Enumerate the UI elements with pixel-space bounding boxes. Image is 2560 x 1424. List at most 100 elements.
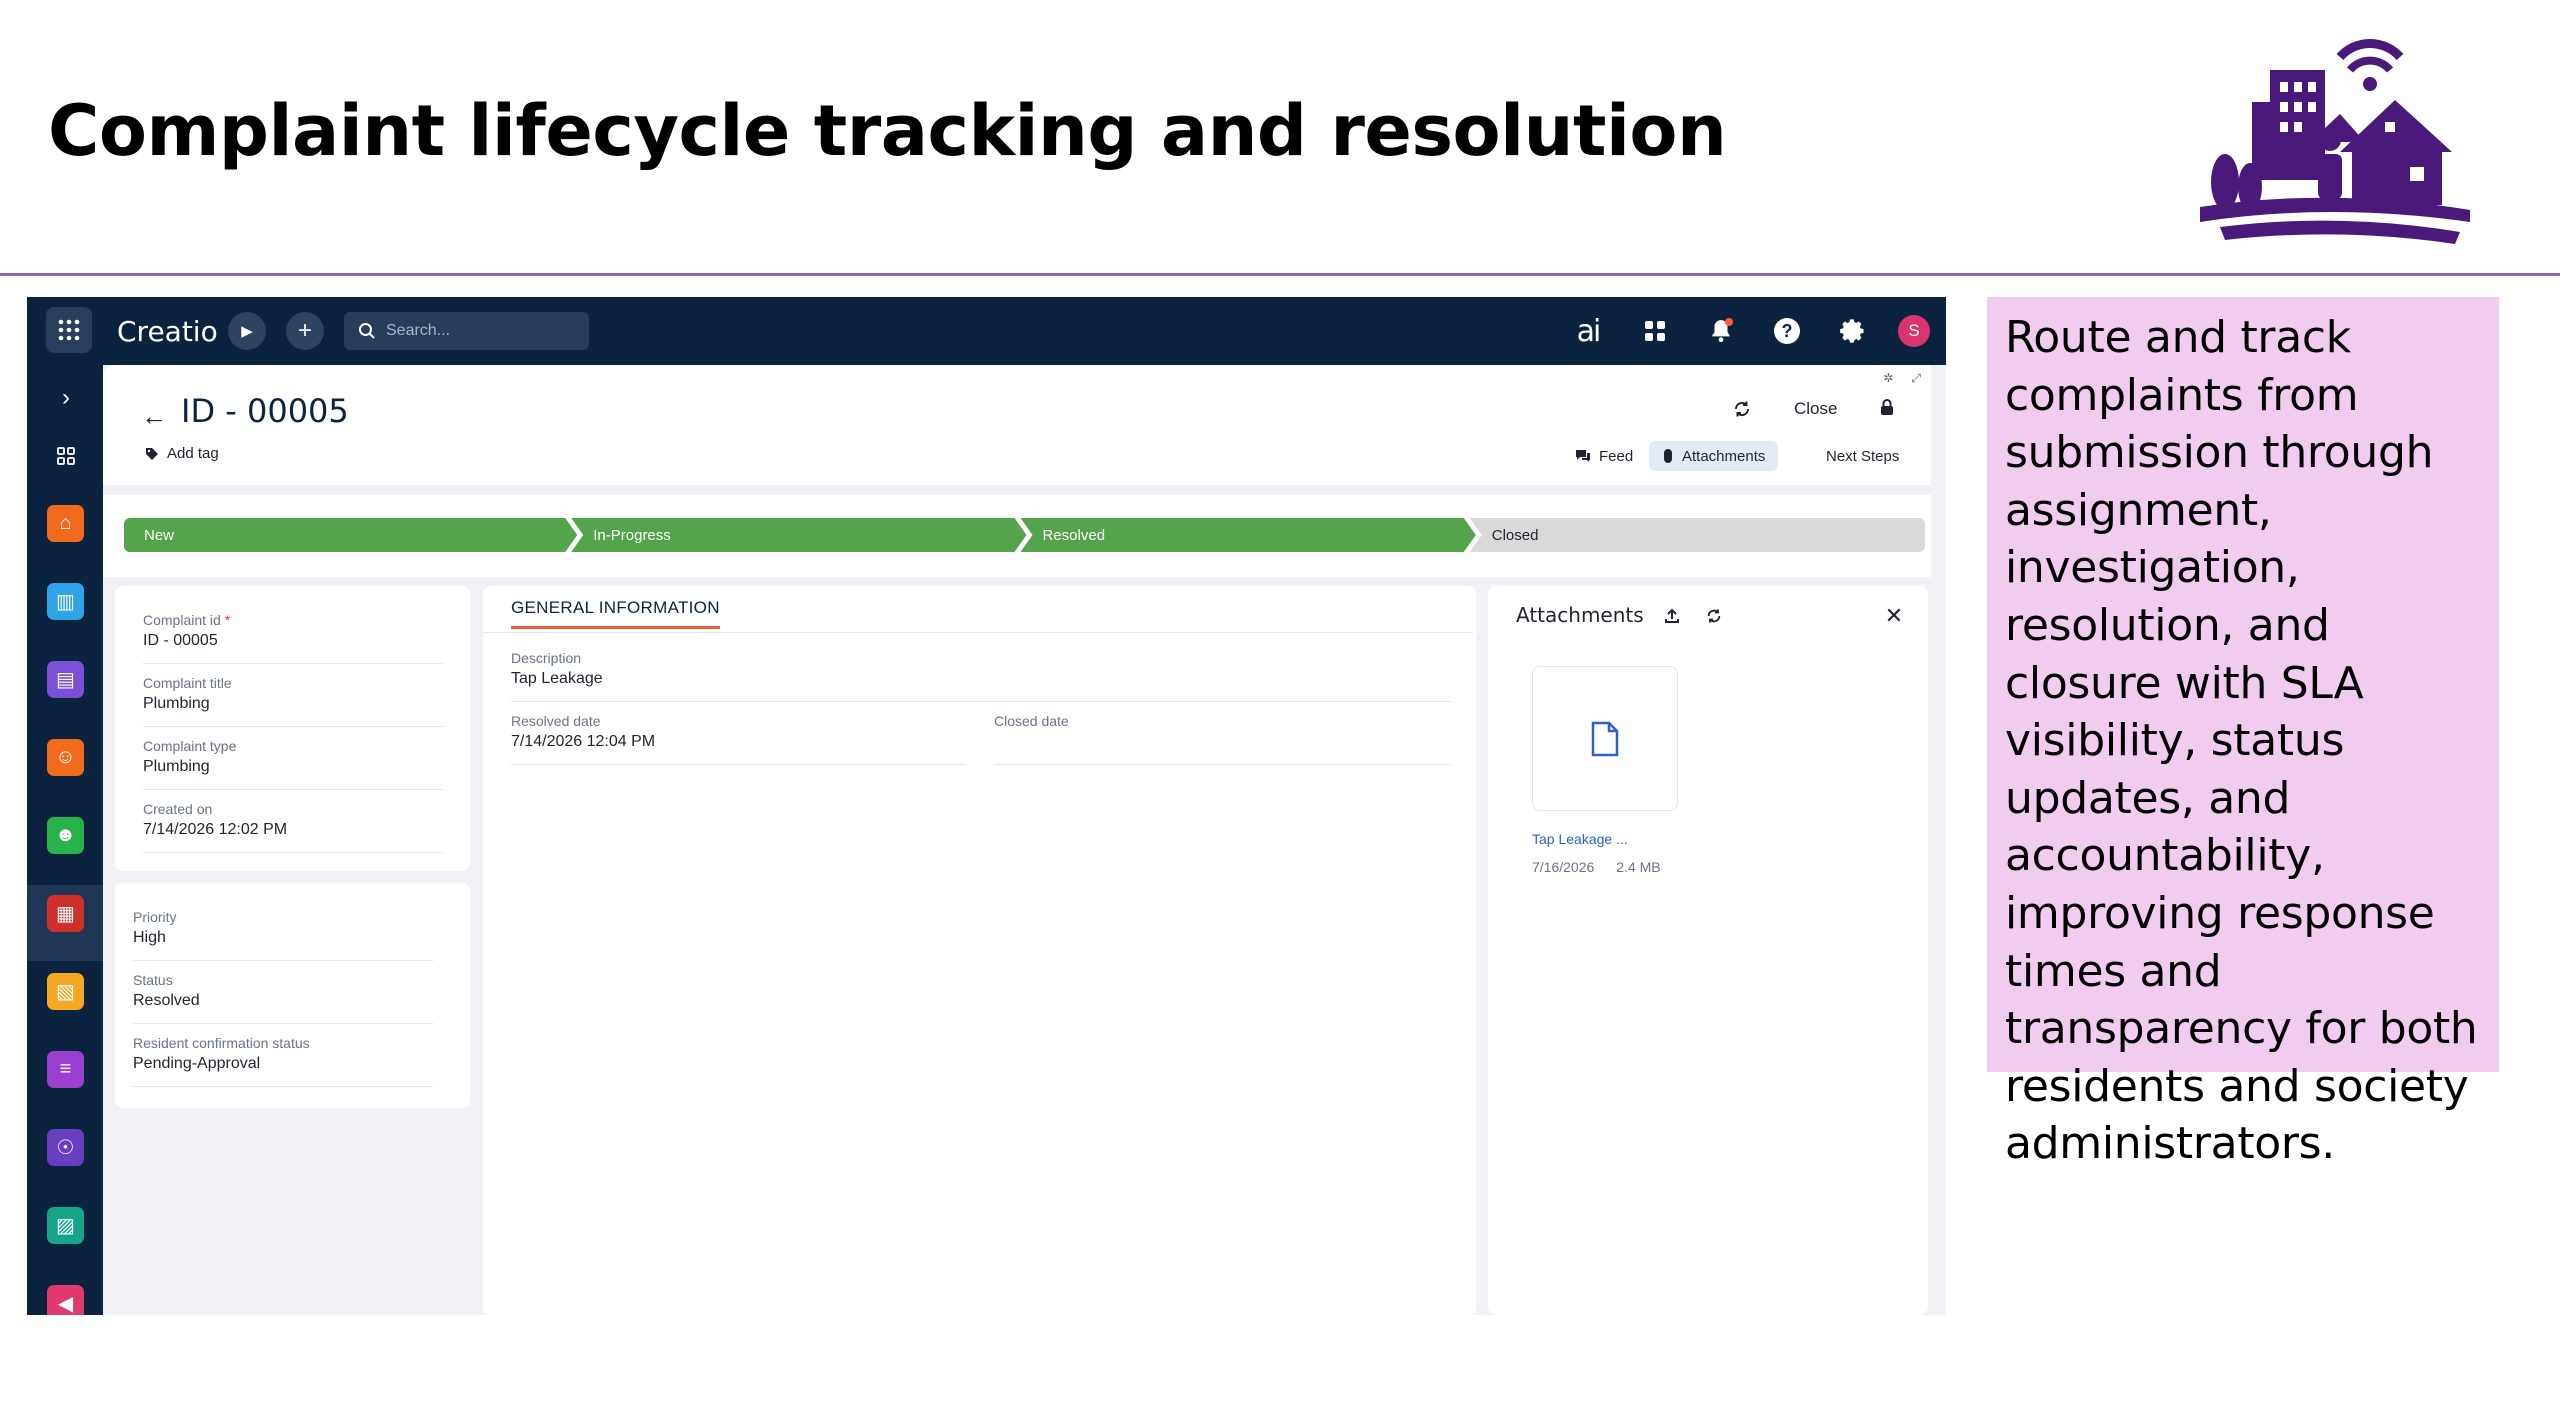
back-button[interactable]: ← [141, 401, 167, 432]
top-bar: Creatio ▶ + ai [27, 297, 1946, 365]
global-search[interactable] [344, 312, 589, 350]
building-icon: ▥ [56, 591, 75, 613]
sidebar-item-invoice[interactable]: ▧ [47, 973, 84, 1010]
add-button[interactable]: + [286, 312, 324, 350]
tab-feed-label: Feed [1599, 447, 1634, 465]
close-attachments-button[interactable]: ✕ [1882, 603, 1906, 628]
search-input[interactable] [386, 322, 576, 340]
refresh-icon [1734, 401, 1750, 417]
resident-icon: ☺ [55, 746, 76, 768]
settings-button[interactable] [1833, 311, 1873, 351]
user-avatar[interactable]: S [1898, 315, 1930, 347]
field-label-text: Resident confirmation status [133, 1035, 310, 1051]
apps-outline-icon [57, 447, 75, 465]
stage-in-progress[interactable]: In-Progress [571, 518, 1026, 552]
header-corner-icons: ✲ ⤢ [1883, 371, 1921, 386]
required-marker: * [220, 612, 231, 628]
sidebar-item-complaint[interactable]: ▦ [47, 895, 84, 932]
field-label-text: Created on [143, 801, 213, 817]
add-tag-button[interactable]: Add tag [145, 445, 219, 462]
upload-button[interactable] [1660, 604, 1684, 628]
sidebar-item-person[interactable]: ☻ [47, 817, 84, 854]
search-icon [359, 323, 375, 339]
tab-attachments-label: Attachments [1682, 447, 1766, 465]
field-label-text: Complaint title [143, 675, 232, 691]
stage-closed[interactable]: Closed [1469, 518, 1925, 552]
workplace-button[interactable] [51, 441, 81, 471]
crm-app-window: Creatio ▶ + ai [27, 297, 1946, 1315]
description-label: Description [511, 650, 582, 666]
tab-attachments[interactable]: Attachments [1649, 441, 1779, 471]
brand-name[interactable]: Creatio [117, 315, 218, 348]
sidebar-item-megaphone[interactable]: ◀ [47, 1285, 84, 1315]
helpdesk-icon: ☉ [56, 1137, 75, 1159]
stage-list: New In-Progress Resolved Closed [124, 518, 1925, 552]
tab-general-information[interactable]: GENERAL INFORMATION [511, 598, 720, 629]
field-value: Pending-Approval [133, 1055, 261, 1072]
run-process-button[interactable]: ▶ [228, 312, 266, 350]
field-value: Resolved [133, 992, 200, 1009]
slide-title: Complaint lifecycle tracking and resolut… [48, 90, 1727, 172]
tab-next-steps[interactable]: Next Steps [1813, 441, 1912, 471]
expand-icon[interactable]: ⤢ [1911, 371, 1921, 386]
created-on-field[interactable]: Created on 7/14/2026 12:02 PM [143, 801, 443, 853]
close-icon: ✕ [1884, 603, 1904, 628]
field-value: Plumbing [143, 695, 210, 712]
general-information-panel: GENERAL INFORMATION Description Tap Leak… [483, 586, 1476, 1315]
resolved-date-field[interactable]: Resolved date 7/14/2026 12:04 PM [511, 713, 966, 765]
description-field[interactable]: Description Tap Leakage [511, 650, 1451, 702]
stage-new[interactable]: New [124, 518, 577, 552]
ai-assistant-button[interactable]: ai [1568, 311, 1608, 351]
sidebar-item-building[interactable]: ▥ [47, 583, 84, 620]
closed-date-field[interactable]: Closed date [994, 713, 1451, 765]
play-icon: ▶ [241, 323, 253, 340]
refresh-button[interactable] [1733, 400, 1751, 418]
field-label-text: Complaint id [143, 612, 221, 628]
chat-icon [1576, 450, 1590, 462]
settings-small-icon[interactable]: ✲ [1883, 371, 1893, 386]
primary-info-card: Complaint id * ID - 00005 Complaint title P… [115, 586, 470, 871]
help-button[interactable]: ? [1767, 311, 1807, 351]
priority-field[interactable]: Priority High [133, 909, 433, 961]
refresh-icon [1707, 609, 1721, 623]
tab-feed[interactable]: Feed [1562, 441, 1646, 471]
attachment-tile[interactable] [1532, 666, 1678, 811]
record-page: ← ID - 00005 Add tag ✲ ⤢ Close Feed Atta… [103, 365, 1946, 1315]
document-icon [1591, 721, 1619, 756]
ai-icon: ai [1576, 313, 1602, 349]
expand-sidebar-button[interactable]: › [51, 383, 81, 413]
field-label: Complaint id * [143, 612, 443, 628]
status-info-card: Priority High Status Resolved Resident confi… [115, 883, 470, 1108]
sidebar-item-home[interactable]: ⌂ [47, 505, 84, 542]
sidebar-item-filter[interactable]: ≡ [47, 1051, 84, 1088]
refresh-attachments-button[interactable] [1702, 604, 1726, 628]
complaint-title-field[interactable]: Complaint title Plumbing [143, 675, 443, 727]
attachment-file-name[interactable]: Tap Leakage ... [1532, 831, 1628, 847]
filter-icon: ≡ [59, 1058, 72, 1080]
feature-description-box: Route and track complaints from submissi… [1987, 297, 2499, 1169]
app-launcher-button[interactable] [46, 307, 92, 353]
sidebar-item-resident[interactable]: ☺ [47, 739, 84, 776]
lock-button[interactable] [1879, 398, 1895, 416]
complaint-id-field[interactable]: Complaint id * ID - 00005 [143, 612, 443, 664]
notifications-button[interactable] [1701, 311, 1741, 351]
status-field[interactable]: Status Resolved [133, 972, 433, 1024]
complaint-type-field[interactable]: Complaint type Plumbing [143, 738, 443, 790]
stage-bar: New In-Progress Resolved Closed [103, 485, 1931, 577]
sidebar-item-report[interactable]: ▨ [47, 1207, 84, 1244]
closed-date-label: Closed date [994, 713, 1069, 729]
sidebar-item-checklist[interactable]: ▤ [47, 661, 84, 698]
stage-resolved[interactable]: Resolved [1021, 518, 1476, 552]
field-label: Priority [133, 909, 433, 925]
resident-confirmation-status-field[interactable]: Resident confirmation status Pending-Appr… [133, 1035, 433, 1087]
invoice-icon: ▧ [56, 981, 75, 1003]
help-icon: ? [1774, 318, 1800, 344]
arrow-left-icon: ← [141, 401, 167, 431]
close-record-button[interactable]: Close [1794, 399, 1837, 419]
tag-icon [146, 447, 158, 460]
apps-button[interactable] [1635, 311, 1675, 351]
field-label-text: Complaint type [143, 738, 237, 754]
attachments-title: Attachments [1516, 603, 1644, 627]
checklist-icon: ▤ [56, 669, 75, 691]
sidebar-item-helpdesk[interactable]: ☉ [47, 1129, 84, 1166]
